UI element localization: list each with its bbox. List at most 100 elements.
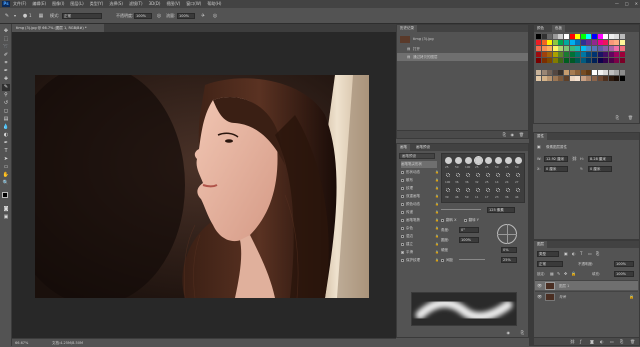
color-swatch[interactable] [552,58,558,63]
brush-tip-grid[interactable]: 25 50 100 25 25 50 25 50 100 36 36 32 25 14 24 27 39 46 59… [441,153,525,203]
menu-item[interactable]: 3D(D) [149,0,161,8]
color-swatch[interactable] [580,52,586,57]
tab-history[interactable]: 历史记录 [397,25,417,32]
color-swatch[interactable] [597,58,603,63]
brush-tip[interactable] [445,157,452,164]
tab-brush-presets[interactable]: 画笔预设 [413,144,433,151]
size-input[interactable]: 125 像素 [487,207,515,213]
color-swatch[interactable] [547,46,553,51]
color-swatch[interactable] [569,70,575,75]
color-swatch[interactable] [597,46,603,51]
dodge-tool-icon[interactable]: ◐ [2,132,10,139]
tab-color[interactable]: 颜色 [534,25,547,32]
color-swatch[interactable] [552,46,558,51]
brush-option-checkbox[interactable] [401,226,404,230]
brush-tip[interactable] [456,188,460,192]
color-swatch[interactable] [580,58,586,63]
color-swatch[interactable] [564,58,569,63]
brush-option[interactable]: 杂色 🔒 [401,225,439,232]
color-swatch[interactable] [558,52,564,57]
brush-option-checkbox[interactable] [401,194,404,198]
menu-item[interactable]: 编辑(E) [32,0,46,8]
path-select-tool-icon[interactable]: ➤ [2,156,10,163]
lock-icon[interactable]: 🔒 [435,241,439,248]
color-swatch[interactable] [597,40,603,45]
brush-tip[interactable] [496,188,500,192]
tab-properties[interactable]: 属性 [534,133,547,140]
roundness-input[interactable]: 100% [459,237,479,243]
brush-tip[interactable] [485,157,492,164]
color-swatch[interactable] [536,76,541,81]
brush-panel-toggle-icon[interactable]: ▦ [38,13,44,19]
brush-option-checkbox[interactable] [401,170,404,174]
filter-smart-icon[interactable]: ⎘ [596,250,599,258]
color-swatch[interactable] [620,76,625,81]
history-item[interactable]: ▤ 打开 [397,45,528,53]
color-swatch[interactable] [552,34,558,39]
fx-icon[interactable]: ƒ [580,339,581,344]
maximize-icon[interactable]: □ [625,0,629,8]
color-swatch[interactable] [603,52,609,57]
color-swatch[interactable] [603,34,609,39]
color-swatch[interactable] [614,58,620,63]
menu-item[interactable]: 视图(V) [166,0,180,8]
color-swatch[interactable] [620,58,625,63]
trash-icon[interactable]: 🗑 [519,132,524,137]
lock-icon[interactable]: 🔒 [435,225,439,232]
color-swatch[interactable] [603,40,609,45]
marquee-tool-icon[interactable]: ⬚ [2,36,10,43]
brush-option[interactable]: 形状动态 🔒 [401,169,439,176]
color-swatch[interactable] [558,34,564,39]
visibility-eye-icon[interactable]: 👁 [537,294,542,299]
color-swatch[interactable] [586,70,592,75]
layer-opacity-input[interactable]: 100% [614,261,634,267]
brush-tip[interactable] [506,188,510,192]
color-swatch[interactable] [547,52,553,57]
spacing-slider[interactable] [459,259,485,260]
color-swatch[interactable] [592,52,597,57]
color-swatch[interactable] [547,34,553,39]
new-layer-icon[interactable]: ⎘ [620,339,623,344]
color-swatch[interactable] [575,34,581,39]
color-swatch[interactable] [586,76,592,81]
brush-option-checkbox[interactable] [401,210,404,214]
spacing-input[interactable]: 25% [501,257,517,263]
color-swatch[interactable] [541,76,547,81]
color-swatch[interactable] [575,52,581,57]
color-swatch[interactable] [569,34,575,39]
color-swatch[interactable] [580,40,586,45]
brush-tip[interactable] [476,173,480,177]
lock-move-icon[interactable]: ✥ [564,270,567,278]
layer-row[interactable]: 👁 背景 🔒 [535,291,638,301]
color-swatch[interactable] [620,34,625,39]
color-swatch[interactable] [614,34,620,39]
menu-item[interactable]: 图层(L) [70,0,83,8]
color-swatch[interactable] [620,52,625,57]
brush-option[interactable]: 散布 🔒 [401,177,439,184]
color-swatch[interactable] [603,58,609,63]
airbrush-icon[interactable]: ✈ [200,13,206,19]
color-swatch[interactable] [541,52,547,57]
menu-item[interactable]: 帮助(H) [207,0,221,8]
mode-select[interactable]: 正常 [62,13,102,19]
menu-item[interactable]: 选择(S) [109,0,123,8]
document-tab[interactable]: timg (3).jpg @ 66.7% (图层 1, RGB/8#) * [12,24,104,32]
color-swatch[interactable] [586,52,592,57]
color-swatch[interactable] [608,58,614,63]
zoom-tool-icon[interactable]: 🔍 [2,180,10,187]
shape-tool-icon[interactable]: ▭ [2,164,10,171]
color-swatch[interactable] [547,58,553,63]
color-swatch[interactable] [558,76,564,81]
color-swatch[interactable] [536,34,541,39]
color-swatch[interactable] [569,76,575,81]
angle-input[interactable]: 0° [459,227,479,233]
tab-swatches[interactable]: 色板 [552,25,565,32]
color-swatch[interactable] [597,76,603,81]
quick-mask-icon[interactable]: ◙ [2,206,10,213]
brush-option-checkbox[interactable] [401,250,404,254]
color-swatch[interactable] [569,52,575,57]
foreground-color-swatch[interactable] [2,192,8,198]
brush-option[interactable]: 湿边 🔒 [401,233,439,240]
color-swatch[interactable] [614,52,620,57]
trash-icon[interactable]: 🗑 [628,115,633,120]
